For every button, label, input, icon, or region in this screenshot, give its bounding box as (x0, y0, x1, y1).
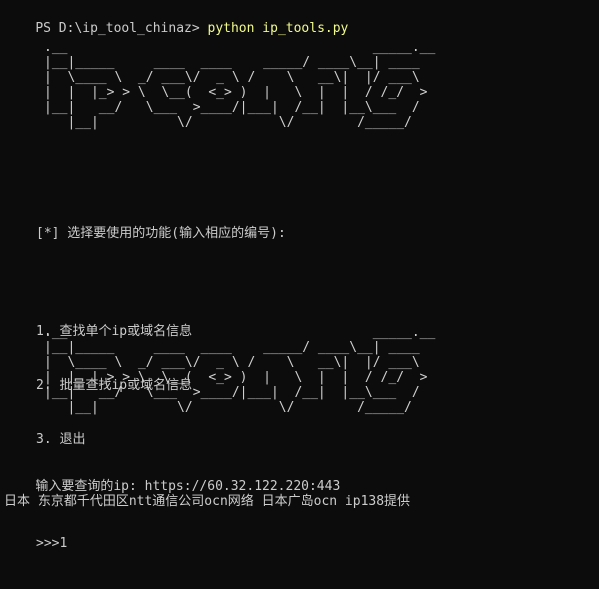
query-line: 输入要查询的ip: https://60.32.122.220:443 (4, 460, 340, 494)
command-text: python ip_tools.py (207, 21, 349, 36)
ascii-banner: .__ _____.__ |__|_____ ____ ____ _____/ … (44, 40, 436, 130)
result-line: 日本 东京都千代田区ntt通信公司ocn网络 日本广岛ocn ip138提供 (4, 494, 411, 509)
shell-prompt: PS D:\ip_tool_chinaz> (35, 21, 208, 36)
command-line: PS D:\ip_tool_chinaz> python ip_tools.py (4, 2, 348, 36)
query-prompt-label: 输入要查询的ip: (35, 479, 145, 494)
menu-option-3: 3. 退出 (36, 432, 86, 447)
query-value[interactable]: https://60.32.122.220:443 (145, 479, 341, 494)
menu-title: [*] 选择要使用的功能(输入相应的编号): (36, 226, 286, 241)
ascii-banner-repeat: .__ _____.__ |__|_____ ____ ____ _____/ … (44, 325, 436, 415)
terminal-window[interactable]: PS D:\ip_tool_chinaz> python ip_tools.py… (0, 0, 599, 551)
menu-input-echo: >>>1 (36, 536, 68, 551)
